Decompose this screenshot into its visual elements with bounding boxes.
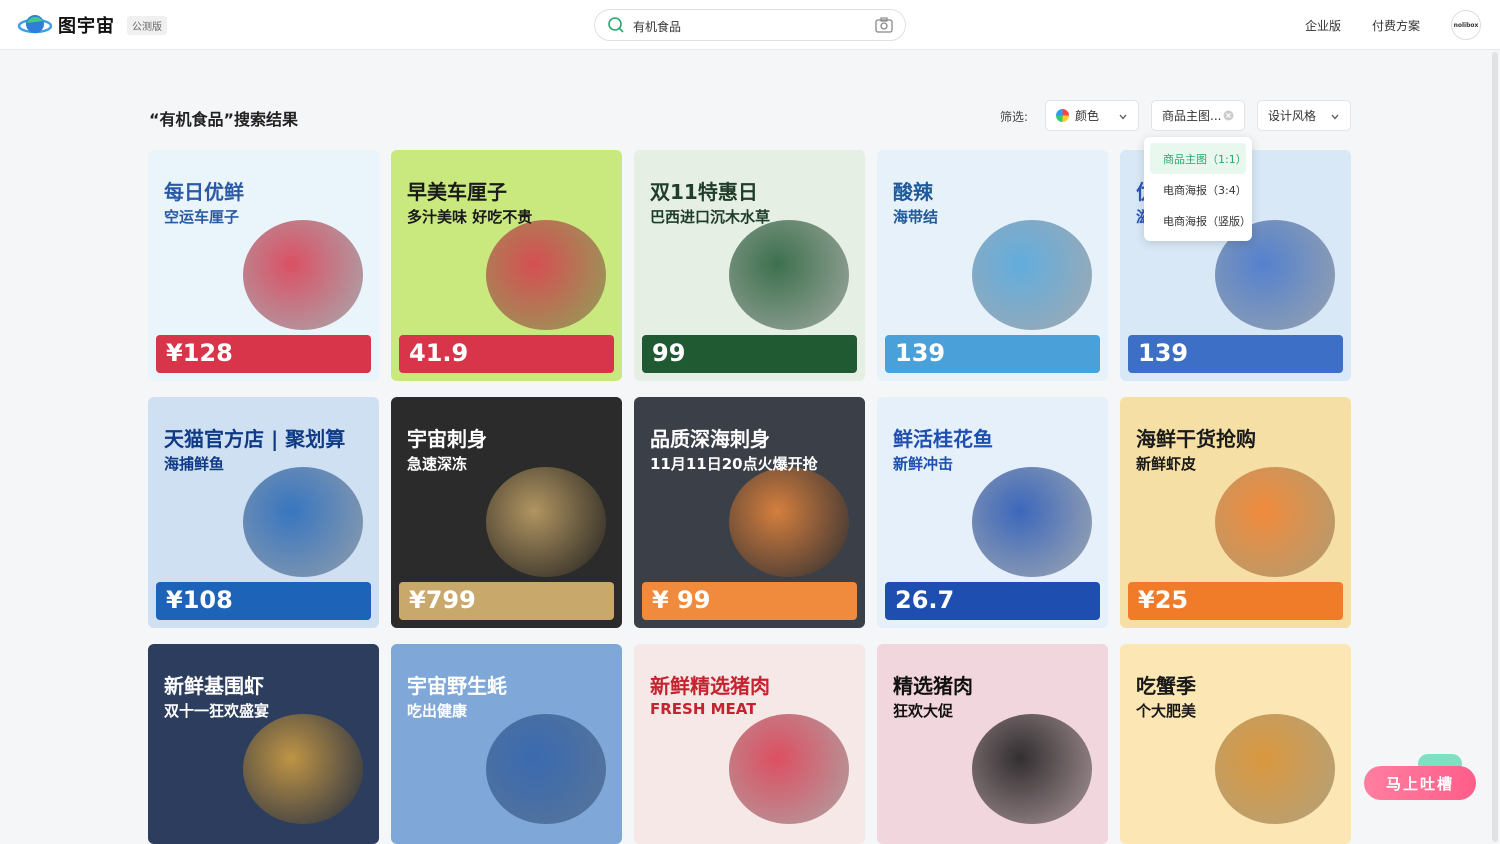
card-title: 每日优鲜 bbox=[164, 180, 244, 204]
result-card[interactable]: 新鲜精选猪肉 FRESH MEAT bbox=[634, 644, 865, 844]
product-image bbox=[1215, 714, 1335, 824]
card-price: 99 bbox=[652, 339, 686, 367]
filter-product-select[interactable]: 商品主图... bbox=[1151, 100, 1245, 131]
card-price: 26.7 bbox=[895, 586, 955, 614]
card-subtitle: 空运车厘子 bbox=[164, 208, 240, 226]
result-card[interactable]: 早美车厘子多汁美味 好吃不贵 41.9 bbox=[391, 150, 622, 381]
search-bar[interactable] bbox=[594, 9, 906, 41]
product-image bbox=[486, 467, 606, 577]
result-card[interactable]: 双11特惠日巴西进口沉木水草 99 bbox=[634, 150, 865, 381]
card-price: 41.9 bbox=[409, 339, 469, 367]
card-price: ¥108 bbox=[166, 586, 233, 614]
card-subtitle: 海带结 bbox=[893, 208, 939, 226]
card-subtitle: 个大肥美 bbox=[1136, 702, 1197, 720]
nav-enterprise-link[interactable]: 企业版 bbox=[1305, 17, 1341, 34]
product-image bbox=[729, 220, 849, 330]
filter-label: 筛选: bbox=[1000, 110, 1029, 124]
card-price: 139 bbox=[895, 339, 946, 367]
card-price: ¥ 99 bbox=[652, 586, 711, 614]
product-image bbox=[243, 714, 363, 824]
card-title: 海鲜干货抢购 bbox=[1136, 427, 1256, 451]
dropdown-item-poster-3x4[interactable]: 电商海报（3:4） bbox=[1150, 174, 1247, 205]
product-image bbox=[972, 220, 1092, 330]
clear-icon[interactable] bbox=[1223, 110, 1234, 124]
card-title: 鲜活桂花鱼 bbox=[893, 427, 993, 451]
beta-badge: 公测版 bbox=[127, 15, 167, 35]
card-price: ¥799 bbox=[409, 586, 476, 614]
filter-color-select[interactable]: 颜色 bbox=[1045, 100, 1139, 131]
card-title: 精选猪肉 bbox=[893, 674, 973, 698]
product-image bbox=[486, 220, 606, 330]
chevron-down-icon bbox=[1118, 111, 1128, 125]
card-price: ¥25 bbox=[1138, 586, 1189, 614]
card-price: 139 bbox=[1138, 339, 1189, 367]
card-subtitle: 新鲜虾皮 bbox=[1136, 455, 1197, 473]
card-subtitle: 急速深冻 bbox=[407, 455, 468, 473]
product-type-dropdown: 商品主图（1:1） 电商海报（3:4） 电商海报（竖版） bbox=[1144, 137, 1252, 241]
scrollbar[interactable] bbox=[1492, 52, 1498, 842]
card-title: 宇宙刺身 bbox=[407, 427, 487, 451]
product-image bbox=[729, 467, 849, 577]
result-card[interactable]: 宇宙刺身急速深冻 ¥799 bbox=[391, 397, 622, 628]
card-subtitle: 11月11日20点火爆开抢 bbox=[650, 455, 818, 473]
result-card[interactable]: 天猫官方店 | 聚划算海捕鲜鱼 ¥108 bbox=[148, 397, 379, 628]
card-title: 吃蟹季 bbox=[1136, 674, 1196, 698]
filter-color-label: 颜色 bbox=[1075, 109, 1100, 123]
card-title: 宇宙野生蚝 bbox=[407, 674, 507, 698]
product-image bbox=[729, 714, 849, 824]
result-card[interactable]: 吃蟹季 个大肥美 bbox=[1120, 644, 1351, 844]
logo-text: 图宇宙 bbox=[58, 16, 115, 37]
card-subtitle: 狂欢大促 bbox=[893, 702, 954, 720]
search-icon[interactable] bbox=[607, 16, 625, 38]
planet-logo-icon bbox=[17, 12, 53, 38]
product-image bbox=[972, 467, 1092, 577]
result-card[interactable]: 每日优鲜空运车厘子 ¥128 bbox=[148, 150, 379, 381]
result-card[interactable]: 品质深海刺身 11月11日20点火爆开抢 ¥ 99 bbox=[634, 397, 865, 628]
card-title: 酸辣 bbox=[893, 180, 933, 204]
filter-style-label: 设计风格 bbox=[1268, 109, 1317, 123]
card-title: 品质深海刺身 bbox=[650, 427, 770, 451]
results-title: “有机食品”搜索结果 bbox=[149, 110, 299, 129]
result-card[interactable]: 酸辣海带结 139 bbox=[877, 150, 1108, 381]
avatar-text: nolibox bbox=[1453, 21, 1479, 29]
card-subtitle: 多汁美味 好吃不贵 bbox=[407, 208, 533, 226]
dropdown-item-main-1x1[interactable]: 商品主图（1:1） bbox=[1150, 143, 1247, 174]
result-card[interactable]: 新鲜基围虾双十一狂欢盛宴 bbox=[148, 644, 379, 844]
card-title: 新鲜基围虾 bbox=[164, 674, 264, 698]
chevron-down-icon bbox=[1330, 111, 1340, 125]
card-subtitle: FRESH MEAT bbox=[650, 700, 757, 718]
camera-icon[interactable] bbox=[875, 17, 893, 37]
card-title: 天猫官方店 | 聚划算 bbox=[164, 427, 346, 451]
avatar[interactable]: nolibox bbox=[1451, 10, 1481, 40]
card-subtitle: 双十一狂欢盛宴 bbox=[164, 702, 270, 720]
result-card[interactable]: 宇宙野生蚝 吃出健康 bbox=[391, 644, 622, 844]
product-image bbox=[972, 714, 1092, 824]
card-title: 新鲜精选猪肉 bbox=[650, 674, 770, 698]
result-card[interactable]: 海鲜干货抢购新鲜虾皮 ¥25 bbox=[1120, 397, 1351, 628]
card-price: ¥128 bbox=[166, 339, 233, 367]
nav-pricing-link[interactable]: 付费方案 bbox=[1372, 17, 1420, 34]
top-bar: 图宇宙 公测版 企业版 付费方案 nolibox bbox=[0, 0, 1500, 50]
card-title: 早美车厘子 bbox=[407, 180, 507, 204]
filter-style-select[interactable]: 设计风格 bbox=[1257, 100, 1351, 131]
search-input[interactable] bbox=[633, 16, 863, 36]
feedback-button[interactable]: 马上吐槽 bbox=[1364, 766, 1476, 800]
product-image bbox=[486, 714, 606, 824]
filter-product-label: 商品主图... bbox=[1162, 109, 1222, 123]
dropdown-item-poster-vertical[interactable]: 电商海报（竖版） bbox=[1150, 205, 1251, 236]
card-subtitle: 吃出健康 bbox=[407, 702, 468, 720]
product-image bbox=[243, 467, 363, 577]
result-card[interactable]: 精选猪肉 狂欢大促 bbox=[877, 644, 1108, 844]
card-title: 双11特惠日 bbox=[650, 180, 758, 204]
card-subtitle: 巴西进口沉木水草 bbox=[650, 208, 771, 226]
product-image bbox=[243, 220, 363, 330]
logo[interactable]: 图宇宙 公测版 bbox=[17, 12, 167, 38]
product-image bbox=[1215, 467, 1335, 577]
result-card[interactable]: 鲜活桂花鱼新鲜冲击 26.7 bbox=[877, 397, 1108, 628]
card-subtitle: 海捕鲜鱼 bbox=[164, 455, 225, 473]
color-wheel-icon bbox=[1056, 109, 1069, 122]
card-subtitle: 新鲜冲击 bbox=[893, 455, 954, 473]
